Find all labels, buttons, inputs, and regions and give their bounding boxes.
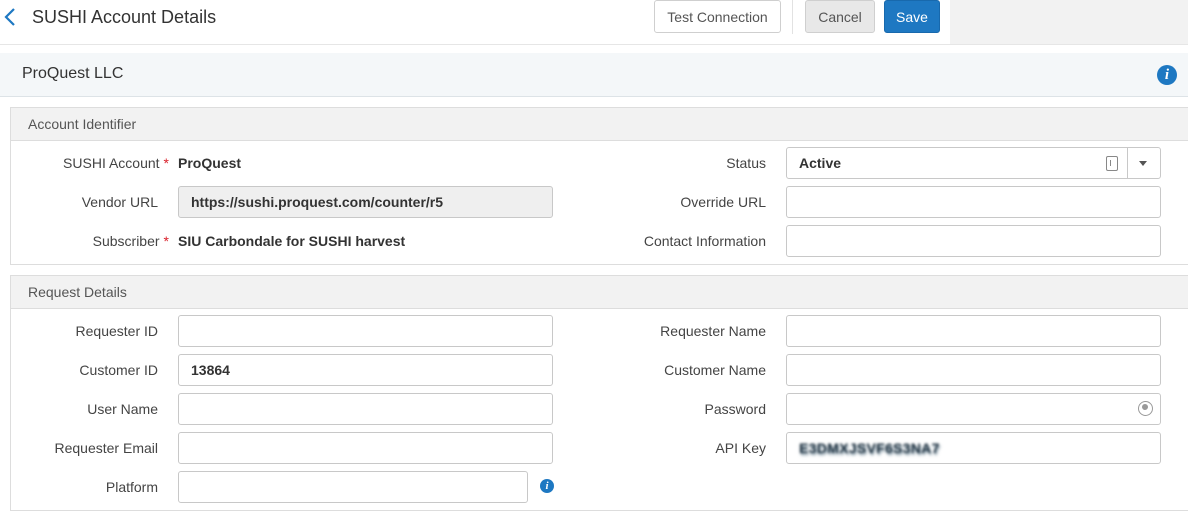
customer-name-input[interactable]	[786, 354, 1161, 386]
status-label: Status	[726, 155, 766, 171]
cancel-button[interactable]: Cancel	[805, 0, 875, 33]
vendor-bar: ProQuest LLC	[0, 53, 1188, 97]
subscriber-value: SIU Carbondale for SUSHI harvest	[178, 233, 406, 249]
api-key-input[interactable]: E3DMXJSVF6S3NA7	[786, 432, 1161, 464]
status-selected-value: Active	[799, 155, 842, 171]
required-mark: *	[163, 155, 169, 171]
chevron-down-icon[interactable]	[1139, 161, 1147, 166]
clipboard-icon[interactable]	[1106, 156, 1118, 171]
api-key-label: API Key	[715, 440, 766, 456]
customer-id-input[interactable]: 13864	[178, 354, 553, 386]
vendor-name: ProQuest LLC	[22, 65, 124, 82]
requester-id-input[interactable]	[178, 315, 553, 347]
chevron-left-icon[interactable]	[2, 6, 20, 28]
status-select[interactable]: Active	[786, 147, 1161, 179]
requester-id-label: Requester ID	[75, 323, 158, 339]
test-connection-button[interactable]: Test Connection	[654, 0, 781, 33]
user-name-label: User Name	[87, 401, 158, 417]
vendor-url-label: Vendor URL	[81, 194, 158, 210]
platform-label: Platform	[105, 479, 158, 495]
info-icon[interactable]: i	[1157, 65, 1177, 85]
requester-email-label: Requester Email	[54, 440, 159, 456]
eye-icon[interactable]	[1138, 401, 1153, 416]
user-name-input[interactable]	[178, 393, 553, 425]
save-button[interactable]: Save	[884, 0, 940, 33]
requester-email-input[interactable]	[178, 432, 553, 464]
contact-information-input[interactable]	[786, 225, 1161, 257]
override-url-label: Override URL	[680, 194, 766, 210]
toolbar-separator	[792, 0, 793, 34]
info-icon[interactable]: i	[540, 479, 554, 493]
select-divider	[1127, 148, 1128, 178]
vendor-url-field: https://sushi.proquest.com/counter/r5	[178, 186, 553, 218]
override-url-input[interactable]	[786, 186, 1161, 218]
page-title: SUSHI Account Details	[32, 7, 217, 27]
customer-id-label: Customer ID	[79, 362, 158, 378]
required-mark: *	[163, 233, 169, 249]
customer-name-label: Customer Name	[664, 362, 766, 378]
api-key-value: E3DMXJSVF6S3NA7	[799, 440, 940, 456]
requester-name-input[interactable]	[786, 315, 1161, 347]
platform-input[interactable]	[178, 471, 528, 503]
password-label: Password	[704, 401, 766, 417]
top-bar-gray-area	[950, 0, 1188, 44]
subscriber-label: Subscriber *	[92, 233, 169, 249]
requester-name-label: Requester Name	[660, 323, 766, 339]
contact-information-label: Contact Information	[643, 233, 766, 249]
section-header: Request Details	[11, 276, 1188, 309]
sushi-account-label: SUSHI Account *	[63, 155, 169, 171]
sushi-account-value: ProQuest	[178, 155, 242, 171]
section-header: Account Identifier	[11, 108, 1188, 141]
password-input[interactable]	[786, 393, 1161, 425]
